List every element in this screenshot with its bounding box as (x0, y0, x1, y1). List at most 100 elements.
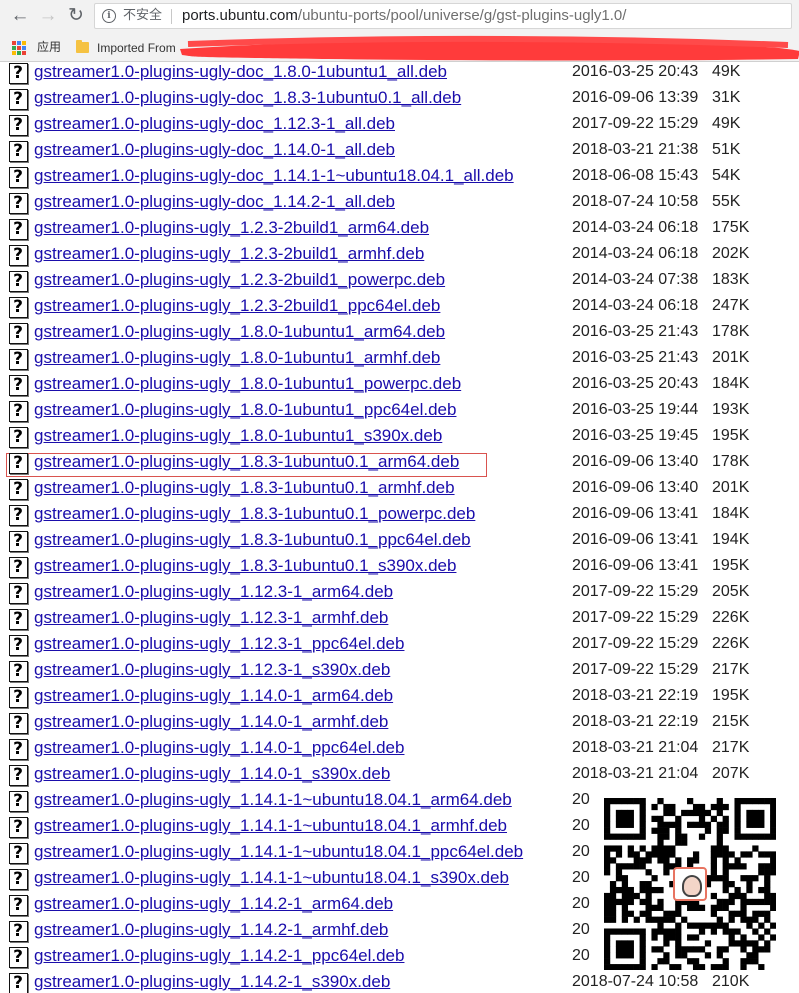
file-link[interactable]: gstreamer1.0-plugins-ugly_1.14.2-1_arm64… (34, 893, 393, 915)
unknown-file-icon[interactable]: ? (9, 167, 28, 188)
unknown-file-icon[interactable]: ? (9, 583, 28, 604)
file-link[interactable]: gstreamer1.0-plugins-ugly_1.8.3-1ubuntu0… (34, 529, 471, 551)
reload-icon[interactable]: ↻ (64, 4, 88, 28)
unknown-file-icon[interactable]: ? (9, 505, 28, 526)
unknown-file-icon[interactable]: ? (9, 297, 28, 318)
unknown-file-icon[interactable]: ? (9, 271, 28, 292)
unknown-file-icon[interactable]: ? (9, 765, 28, 786)
qr-module (746, 875, 753, 882)
file-link[interactable]: gstreamer1.0-plugins-ugly-doc_1.8.3-1ubu… (34, 87, 461, 109)
file-link[interactable]: gstreamer1.0-plugins-ugly_1.12.3-1_armhf… (34, 607, 388, 629)
file-link[interactable]: gstreamer1.0-plugins-ugly-doc_1.14.0-1_a… (34, 139, 395, 161)
unknown-file-icon[interactable]: ? (9, 869, 28, 890)
file-link[interactable]: gstreamer1.0-plugins-ugly_1.8.0-1ubuntu1… (34, 347, 440, 369)
file-link[interactable]: gstreamer1.0-plugins-ugly_1.2.3-2build1_… (34, 295, 440, 317)
file-link[interactable]: gstreamer1.0-plugins-ugly-doc_1.8.0-1ubu… (34, 62, 447, 83)
file-link[interactable]: gstreamer1.0-plugins-ugly_1.8.0-1ubuntu1… (34, 373, 461, 395)
unknown-file-icon[interactable]: ? (9, 557, 28, 578)
unknown-file-icon[interactable]: ? (9, 921, 28, 942)
unknown-file-icon[interactable]: ? (9, 973, 28, 993)
apps-grid-icon[interactable] (12, 41, 26, 55)
folder-icon[interactable] (76, 40, 89, 53)
unknown-file-icon[interactable]: ? (9, 401, 28, 422)
arrow-left-icon[interactable]: ← (8, 4, 32, 28)
file-link[interactable]: gstreamer1.0-plugins-ugly_1.2.3-2build1_… (34, 269, 445, 291)
unknown-file-icon[interactable]: ? (9, 453, 28, 474)
file-link[interactable]: gstreamer1.0-plugins-ugly_1.14.0-1_s390x… (34, 763, 390, 785)
unknown-file-icon[interactable]: ? (9, 349, 28, 370)
url-text[interactable]: ports.ubuntu.com/ubuntu-ports/pool/unive… (182, 7, 626, 25)
file-link[interactable]: gstreamer1.0-plugins-ugly_1.14.1-1~ubunt… (34, 815, 507, 837)
file-link[interactable]: gstreamer1.0-plugins-ugly-doc_1.12.3-1_a… (34, 113, 395, 135)
unknown-file-icon[interactable]: ? (9, 817, 28, 838)
file-link[interactable]: gstreamer1.0-plugins-ugly_1.12.3-1_s390x… (34, 659, 390, 681)
file-link[interactable]: gstreamer1.0-plugins-ugly_1.8.3-1ubuntu0… (34, 503, 475, 525)
file-link[interactable]: gstreamer1.0-plugins-ugly_1.2.3-2build1_… (34, 217, 429, 239)
qr-module (746, 798, 753, 805)
unknown-file-icon[interactable]: ? (9, 843, 28, 864)
file-link[interactable]: gstreamer1.0-plugins-ugly_1.12.3-1_ppc64… (34, 633, 404, 655)
file-link[interactable]: gstreamer1.0-plugins-ugly_1.14.1-1~ubunt… (34, 841, 523, 863)
unknown-file-icon[interactable]: ? (9, 323, 28, 344)
address-bar[interactable]: i 不安全 ports.ubuntu.com/ubuntu-ports/pool… (94, 3, 792, 29)
security-label[interactable]: 不安全 (123, 8, 162, 24)
unknown-file-icon[interactable]: ? (9, 895, 28, 916)
qr-module (764, 892, 771, 900)
unknown-file-icon[interactable]: ? (9, 219, 28, 240)
unknown-file-icon[interactable]: ? (9, 687, 28, 708)
info-icon[interactable]: i (102, 9, 116, 23)
qr-module (604, 798, 611, 805)
unknown-file-icon[interactable]: ? (9, 739, 28, 760)
unknown-file-icon[interactable]: ? (9, 141, 28, 162)
qr-module (621, 892, 629, 900)
unknown-file-icon[interactable]: ? (9, 193, 28, 214)
qr-module (764, 851, 771, 858)
file-link[interactable]: gstreamer1.0-plugins-ugly_1.8.0-1ubuntu1… (34, 321, 445, 343)
file-link[interactable]: gstreamer1.0-plugins-ugly_1.12.3-1_arm64… (34, 581, 393, 603)
file-link[interactable]: gstreamer1.0-plugins-ugly_1.2.3-2build1_… (34, 243, 424, 265)
qr-module (698, 928, 706, 935)
file-link[interactable]: gstreamer1.0-plugins-ugly_1.8.0-1ubuntu1… (34, 399, 456, 421)
unknown-file-icon[interactable]: ? (9, 479, 28, 500)
unknown-file-icon[interactable]: ? (9, 427, 28, 448)
file-link[interactable]: gstreamer1.0-plugins-ugly_1.8.3-1ubuntu0… (34, 477, 455, 499)
file-link[interactable]: gstreamer1.0-plugins-ugly_1.14.0-1_ppc64… (34, 737, 404, 759)
unknown-file-icon[interactable]: ? (9, 245, 28, 266)
qr-module (675, 928, 682, 935)
file-link[interactable]: gstreamer1.0-plugins-ugly_1.8.0-1ubuntu1… (34, 425, 442, 447)
file-link[interactable]: gstreamer1.0-plugins-ugly_1.14.2-1_s390x… (34, 971, 390, 993)
qr-module (728, 851, 735, 858)
file-link[interactable]: gstreamer1.0-plugins-ugly_1.14.2-1_armhf… (34, 919, 388, 941)
unknown-file-icon[interactable]: ? (9, 947, 28, 968)
unknown-file-icon[interactable]: ? (9, 63, 28, 84)
qr-module (716, 952, 723, 959)
qr-module (609, 910, 617, 917)
unknown-file-icon[interactable]: ? (9, 661, 28, 682)
unknown-file-icon[interactable]: ? (9, 115, 28, 136)
file-date: 2016-03-25 19:45 (572, 427, 699, 444)
file-link[interactable]: gstreamer1.0-plugins-ugly_1.14.0-1_arm64… (34, 685, 393, 707)
unknown-file-icon[interactable]: ? (9, 375, 28, 396)
qr-module (692, 922, 700, 929)
unknown-file-icon[interactable]: ? (9, 89, 28, 110)
qr-module (639, 821, 646, 828)
unknown-file-icon[interactable]: ? (9, 635, 28, 656)
file-link[interactable]: gstreamer1.0-plugins-ugly_1.14.1-1~ubunt… (34, 789, 512, 811)
unknown-file-icon[interactable]: ? (9, 531, 28, 552)
qr-module (746, 833, 753, 840)
file-link[interactable]: gstreamer1.0-plugins-ugly-doc_1.14.2-1_a… (34, 191, 395, 213)
file-link[interactable]: gstreamer1.0-plugins-ugly_1.8.3-1ubuntu0… (34, 555, 456, 577)
unknown-file-icon[interactable]: ? (9, 791, 28, 812)
file-link[interactable]: gstreamer1.0-plugins-ugly_1.14.0-1_armhf… (34, 711, 388, 733)
bookmark-imported-folder[interactable]: Imported From (97, 40, 176, 56)
file-link[interactable]: gstreamer1.0-plugins-ugly_1.8.3-1ubuntu0… (34, 451, 459, 473)
file-link[interactable]: gstreamer1.0-plugins-ugly_1.14.1-1~ubunt… (34, 867, 509, 889)
unknown-file-icon[interactable]: ? (9, 713, 28, 734)
file-link[interactable]: gstreamer1.0-plugins-ugly-doc_1.14.1-1~u… (34, 165, 514, 187)
bookmark-apps[interactable]: 应用 (37, 39, 61, 55)
qr-module (710, 803, 717, 811)
arrow-right-icon[interactable]: → (36, 4, 60, 28)
file-link[interactable]: gstreamer1.0-plugins-ugly_1.14.2-1_ppc64… (34, 945, 404, 967)
qr-module (639, 940, 646, 947)
unknown-file-icon[interactable]: ? (9, 609, 28, 630)
